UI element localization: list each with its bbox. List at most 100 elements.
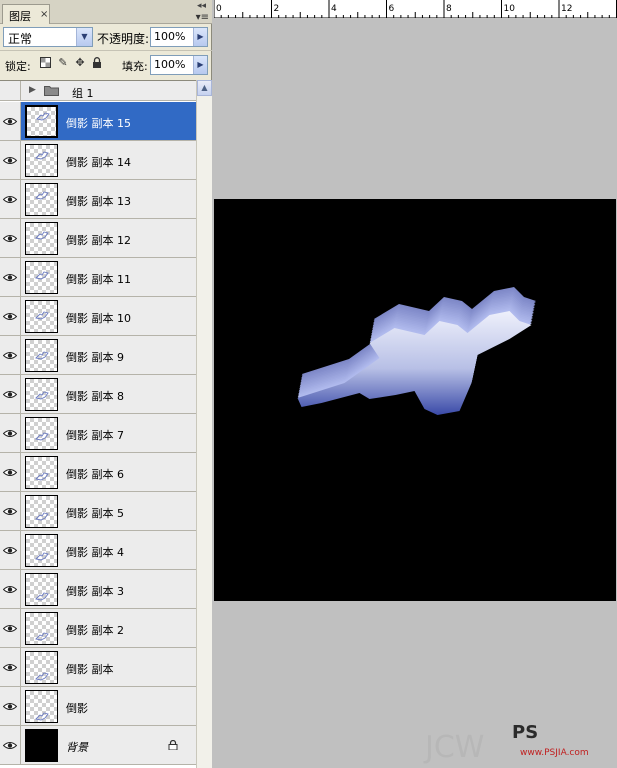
layer-name: 倒影 副本 6 [66, 468, 124, 481]
layer-thumbnail [25, 144, 58, 177]
visibility-toggle[interactable] [0, 81, 21, 101]
panel-collapse-icon[interactable]: ◂◂ [197, 1, 206, 11]
tab-close-icon[interactable]: × [40, 9, 48, 20]
layer-name: 倒影 副本 5 [66, 507, 124, 520]
layer-row[interactable]: 倒影 副本 10 [0, 297, 196, 336]
layer-row[interactable]: 背景 [0, 726, 196, 765]
visibility-toggle[interactable] [0, 141, 21, 179]
visibility-toggle[interactable] [0, 609, 21, 647]
eye-icon [3, 547, 17, 554]
ruler-label: 10 [503, 4, 515, 14]
eye-icon [3, 352, 17, 359]
visibility-toggle[interactable] [0, 687, 21, 725]
fill-label: 填充: [122, 60, 148, 73]
panel-divider [0, 50, 212, 51]
layer-row[interactable]: 倒影 副本 9 [0, 336, 196, 375]
triangle-right-icon[interactable]: ▶ [29, 85, 36, 95]
layer-group-row[interactable]: ▶ 组 1 [0, 81, 196, 101]
scroll-up-icon[interactable]: ▲ [197, 80, 212, 96]
layer-thumbnail [25, 261, 58, 294]
layer-row[interactable]: 倒影 [0, 687, 196, 726]
layer-thumbnail [25, 573, 58, 606]
opacity-label: 不透明度: [97, 32, 150, 46]
document-canvas[interactable] [214, 199, 616, 601]
layer-name: 倒影 副本 11 [66, 273, 131, 286]
visibility-toggle[interactable] [0, 336, 21, 374]
lock-image-pixels-icon[interactable]: ✎ [57, 57, 69, 69]
folder-icon [44, 86, 59, 96]
thumbnail-shape-icon [35, 391, 49, 400]
visibility-toggle[interactable] [0, 375, 21, 413]
layer-row[interactable]: 倒影 副本 4 [0, 531, 196, 570]
eye-icon [3, 118, 17, 125]
lock-position-icon[interactable]: ✥ [74, 57, 86, 69]
thumbnail-shape-icon [35, 231, 49, 240]
layer-row[interactable]: 倒影 副本 5 [0, 492, 196, 531]
visibility-toggle[interactable] [0, 726, 21, 764]
panel-tab-bar: 图层 × ◂◂ ▾≡ [0, 0, 212, 24]
layer-row[interactable]: 倒影 副本 2 [0, 609, 196, 648]
layer-row[interactable]: 倒影 副本 11 [0, 258, 196, 297]
layer-row[interactable]: 倒影 副本 13 [0, 180, 196, 219]
visibility-toggle[interactable] [0, 648, 21, 686]
visibility-toggle[interactable] [0, 258, 21, 296]
layer-name: 倒影 副本 7 [66, 429, 124, 442]
eye-icon [3, 508, 17, 515]
eye-icon [3, 625, 17, 632]
layer-thumbnail [25, 105, 58, 138]
visibility-toggle[interactable] [0, 492, 21, 530]
visibility-toggle[interactable] [0, 219, 21, 257]
visibility-toggle[interactable] [0, 102, 21, 140]
layer-thumbnail [25, 690, 58, 723]
chevron-down-icon[interactable]: ▼ [76, 28, 92, 46]
visibility-toggle[interactable] [0, 180, 21, 218]
visibility-toggle[interactable] [0, 414, 21, 452]
opacity-input[interactable]: 100% ▶ [150, 27, 208, 47]
3d-text-artwork [297, 287, 536, 415]
layer-row[interactable]: 倒影 副本 3 [0, 570, 196, 609]
visibility-toggle[interactable] [0, 570, 21, 608]
eye-icon [3, 469, 17, 476]
eye-icon [3, 391, 17, 398]
visibility-toggle[interactable] [0, 531, 21, 569]
layer-row[interactable]: 倒影 副本 [0, 648, 196, 687]
eye-icon [3, 664, 17, 671]
lock-transparent-pixels-icon[interactable] [39, 57, 51, 69]
layer-thumbnail [25, 339, 58, 372]
layers-scrollbar[interactable]: ▲ [196, 80, 212, 768]
opacity-value: 100% [154, 30, 186, 43]
visibility-toggle[interactable] [0, 297, 21, 335]
eye-icon [3, 196, 17, 203]
panel-menu-icon[interactable]: ▾≡ [196, 12, 209, 23]
layer-thumbnail [25, 456, 58, 489]
blend-mode-select[interactable]: 正常 ▼ [3, 27, 93, 47]
ruler-label: 0 [216, 4, 222, 14]
opacity-arrow-icon[interactable]: ▶ [193, 28, 207, 46]
canvas-area[interactable] [214, 19, 617, 768]
fill-value: 100% [154, 58, 186, 71]
layer-row[interactable]: 倒影 副本 15 [0, 102, 196, 141]
fill-input[interactable]: 100% ▶ [150, 55, 208, 75]
layer-name: 倒影 副本 15 [66, 117, 131, 130]
thumbnail-shape-icon [35, 191, 49, 200]
eye-icon [3, 703, 17, 710]
layer-name: 倒影 副本 13 [66, 195, 131, 208]
layer-row[interactable]: 倒影 副本 8 [0, 375, 196, 414]
layer-thumbnail [25, 378, 58, 411]
eye-icon [3, 742, 17, 749]
layer-row[interactable]: 倒影 副本 12 [0, 219, 196, 258]
layer-row[interactable]: 倒影 副本 7 [0, 414, 196, 453]
visibility-toggle[interactable] [0, 453, 21, 491]
layer-row[interactable]: 倒影 副本 6 [0, 453, 196, 492]
ruler-label: 8 [446, 4, 452, 14]
tab-layers[interactable]: 图层 × [2, 4, 50, 24]
eye-icon [3, 157, 17, 164]
layer-thumbnail [25, 729, 58, 762]
thumbnail-shape-icon [35, 712, 49, 721]
fill-arrow-icon[interactable]: ▶ [193, 56, 207, 74]
ruler-label: 6 [388, 4, 395, 14]
layer-name: 倒影 副本 12 [66, 234, 131, 247]
lock-all-icon[interactable] [91, 57, 103, 69]
eye-icon [3, 274, 17, 281]
layer-row[interactable]: 倒影 副本 14 [0, 141, 196, 180]
